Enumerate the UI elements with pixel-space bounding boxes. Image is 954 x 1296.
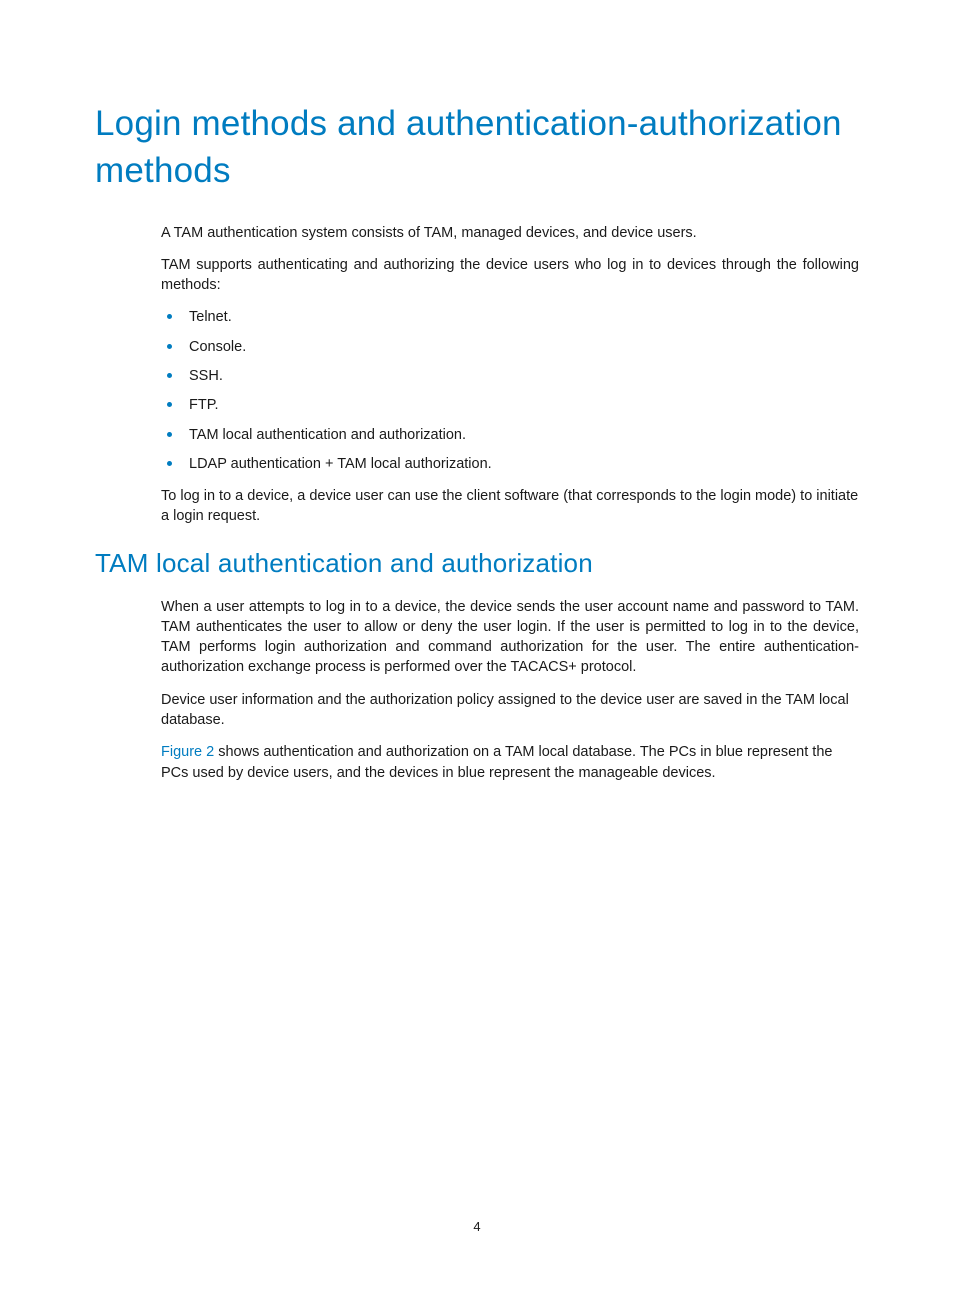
methods-list: Telnet. Console. SSH. FTP. TAM local aut… xyxy=(161,307,859,474)
list-item: FTP. xyxy=(161,395,859,415)
figure-link[interactable]: Figure 2 xyxy=(161,744,214,760)
paragraph-client: To log in to a device, a device user can… xyxy=(161,486,859,527)
content-block-1: A TAM authentication system consists of … xyxy=(161,223,859,527)
list-item: Console. xyxy=(161,337,859,357)
list-item: SSH. xyxy=(161,366,859,386)
page-number: 4 xyxy=(0,1219,954,1234)
paragraph-methods-intro: TAM supports authenticating and authoriz… xyxy=(161,255,859,296)
list-item: LDAP authentication + TAM local authoriz… xyxy=(161,454,859,474)
list-item: TAM local authentication and authorizati… xyxy=(161,425,859,445)
paragraph-figure-rest: shows authentication and authorization o… xyxy=(161,744,832,780)
list-item: Telnet. xyxy=(161,307,859,327)
page-heading: Login methods and authentication-authori… xyxy=(95,100,859,195)
paragraph-auth-flow: When a user attempts to log in to a devi… xyxy=(161,597,859,678)
content-block-2: When a user attempts to log in to a devi… xyxy=(161,597,859,783)
paragraph-figure-ref: Figure 2 shows authentication and author… xyxy=(161,742,859,783)
paragraph-intro: A TAM authentication system consists of … xyxy=(161,223,859,243)
paragraph-db: Device user information and the authoriz… xyxy=(161,690,859,731)
section-heading: TAM local authentication and authorizati… xyxy=(95,547,859,581)
